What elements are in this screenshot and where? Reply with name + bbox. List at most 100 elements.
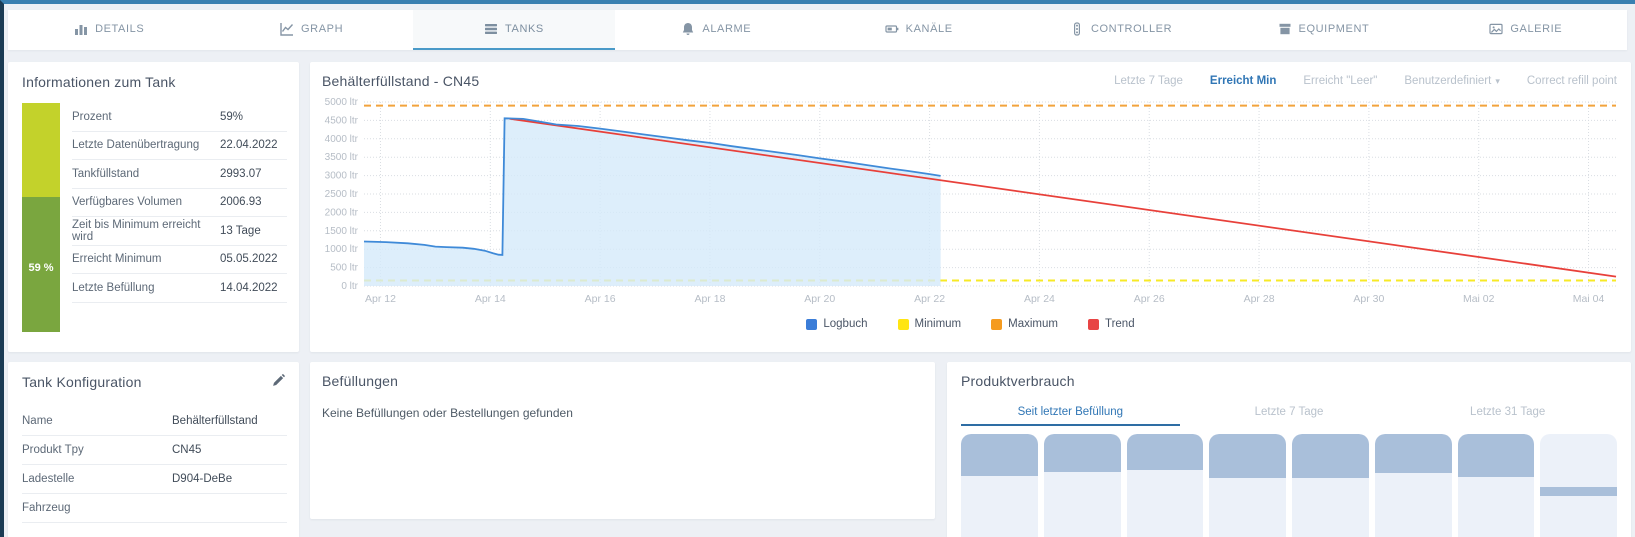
bell-icon <box>681 22 695 36</box>
row-value: CN45 <box>172 444 202 456</box>
svg-text:Mai 04: Mai 04 <box>1573 293 1605 305</box>
filter-label: Correct refill point <box>1526 75 1617 87</box>
consumption-tab-letzte-31-tage[interactable]: Letzte 31 Tage <box>1398 400 1617 426</box>
panel-title: Befüllungen <box>322 373 399 389</box>
chart-filter-letzte-7-tage[interactable]: Letzte 7 Tage <box>1114 75 1183 87</box>
row-value: 14.04.2022 <box>220 281 278 294</box>
consumption-block[interactable] <box>1292 434 1369 537</box>
row-label: Erreicht Minimum <box>72 253 162 266</box>
row-value: 22.04.2022 <box>220 139 278 152</box>
row-label: Produkt Tpy <box>22 444 84 456</box>
svg-text:Apr 24: Apr 24 <box>1024 293 1055 305</box>
chart-filter-erreicht-min[interactable]: Erreicht Min <box>1210 75 1276 87</box>
consumption-block[interactable] <box>1126 434 1204 537</box>
tab-galerie[interactable]: GALERIE <box>1425 10 1627 50</box>
table-row: Zeit bis Minimum erreicht wird 13 Tage <box>72 217 287 246</box>
legend-swatch <box>897 318 909 330</box>
svg-text:1500 ltr: 1500 ltr <box>325 226 359 237</box>
table-row: Letzte Datenübertragung 22.04.2022 <box>72 132 287 160</box>
svg-text:Apr 16: Apr 16 <box>585 293 616 305</box>
tab-controller[interactable]: CONTROLLER <box>1020 10 1222 50</box>
consumption-block[interactable] <box>1540 434 1617 537</box>
consumption-block[interactable] <box>1043 434 1121 537</box>
tank-config-panel: Tank Konfiguration Name Behälterfüllstand… <box>8 362 299 537</box>
table-row: Name Behälterfüllstand <box>22 407 287 436</box>
row-label: Zeit bis Minimum erreicht wird <box>72 218 201 243</box>
tab-label: EQUIPMENT <box>1298 23 1370 35</box>
consumption-block[interactable] <box>1374 434 1452 537</box>
empty-state-message: Keine Befüllungen oder Bestellungen gefu… <box>322 406 573 420</box>
fillings-panel: Befüllungen Keine Befüllungen oder Beste… <box>310 362 935 519</box>
chart-range-filters: Letzte 7 Tage Erreicht Min Erreicht "Leer"… <box>1114 75 1617 87</box>
tab-label: ALARME <box>702 23 752 35</box>
legend-item-minimum[interactable]: Minimum <box>897 318 961 330</box>
svg-text:5000 ltr: 5000 ltr <box>325 97 359 108</box>
channels-icon <box>885 22 899 36</box>
row-label: Letzte Befüllung <box>72 281 155 294</box>
legend-swatch <box>1087 318 1099 330</box>
row-label: Prozent <box>72 110 112 123</box>
tank-info-panel: Informationen zum Tank 59 % Prozent 59% Le… <box>8 62 299 352</box>
filter-label: Erreicht "Leer" <box>1303 75 1378 87</box>
equipment-icon <box>1278 22 1292 36</box>
legend-swatch <box>991 318 1003 330</box>
tab-equipment[interactable]: EQUIPMENT <box>1222 10 1424 50</box>
filter-label: Erreicht Min <box>1209 75 1277 87</box>
chart-title: Behälterfüllstand - CN45 <box>322 73 480 89</box>
tab-graph[interactable]: GRAPH <box>210 10 412 50</box>
fill-level-chart[interactable]: 0 ltr 500 ltr 1000 ltr 1500 ltr 2000 ltr 2500… <box>316 96 1624 310</box>
row-value: 05.05.2022 <box>220 253 278 266</box>
svg-text:Apr 28: Apr 28 <box>1244 293 1275 305</box>
tab-details[interactable]: DETAILS <box>8 10 210 50</box>
row-value: Behälterfüllstand <box>172 415 258 427</box>
consumption-block[interactable] <box>961 434 1038 537</box>
svg-text:Mai 02: Mai 02 <box>1463 293 1495 305</box>
tab-label: CONTROLLER <box>1090 23 1173 35</box>
chart-filter-benutzerdefiniert[interactable]: Benutzerdefiniert ▾ <box>1404 75 1499 87</box>
chart-line-icon <box>280 22 294 36</box>
consumption-bar <box>961 434 1038 476</box>
consumption-bar <box>1043 434 1121 473</box>
tab-alarme[interactable]: ALARME <box>615 10 817 50</box>
table-row: Prozent 59% <box>72 103 287 132</box>
table-row: Fahrzeug <box>22 494 287 523</box>
row-value: D904-DeBe <box>172 473 233 485</box>
legend-swatch <box>806 318 818 330</box>
tab-label: GALERIE <box>1510 23 1563 35</box>
tank-info-rows: Prozent 59% Letzte Datenübertragung 22.04.2… <box>72 103 287 303</box>
panel-title: Informationen zum Tank <box>22 74 176 90</box>
chart-filter-erreicht-leer-[interactable]: Erreicht "Leer" <box>1303 75 1377 87</box>
consumption-block[interactable] <box>1209 434 1286 537</box>
svg-text:2000 ltr: 2000 ltr <box>325 207 359 218</box>
product-consumption-panel: Produktverbrauch Seit letzter Befüllung L… <box>947 362 1631 537</box>
tab-label: KANÄLE <box>905 23 953 35</box>
tab-kanäle[interactable]: KANÄLE <box>818 10 1020 50</box>
svg-text:3000 ltr: 3000 ltr <box>325 171 359 182</box>
gallery-icon <box>1489 22 1503 36</box>
consumption-tab-seit-letzter-bef-llung[interactable]: Seit letzter Befüllung <box>961 400 1180 426</box>
edit-pencil-icon[interactable] <box>272 374 285 387</box>
consumption-bar <box>1292 434 1369 479</box>
table-row: Produkt Tpy CN45 <box>22 436 287 465</box>
tank-dashboard: DETAILS GRAPH TANKS ALARME KANÄLE CONTROLLER E… <box>0 0 1635 537</box>
svg-text:Apr 30: Apr 30 <box>1353 293 1384 305</box>
row-label: Letzte Datenübertragung <box>72 139 200 152</box>
legend-item-maximum[interactable]: Maximum <box>991 318 1058 330</box>
svg-text:Apr 18: Apr 18 <box>694 293 725 305</box>
tab-tanks[interactable]: TANKS <box>412 10 616 50</box>
table-row: Ladestelle D904-DeBe <box>22 465 287 494</box>
legend-label: Logbuch <box>823 318 868 330</box>
legend-label: Trend <box>1104 318 1135 330</box>
legend-item-logbuch[interactable]: Logbuch <box>806 318 868 330</box>
row-value: 2993.07 <box>220 167 262 180</box>
legend-item-trend[interactable]: Trend <box>1087 318 1135 330</box>
fill-level-chart-panel: Behälterfüllstand - CN45 Letzte 7 Tage Er… <box>310 62 1631 352</box>
consumption-block[interactable] <box>1457 434 1535 537</box>
tab-label: DETAILS <box>95 23 145 35</box>
gauge-empty-section <box>22 103 60 197</box>
chart-filter-correct-refill-point[interactable]: Correct refill point <box>1527 75 1617 87</box>
table-row: Verfügbares Volumen 2006.93 <box>72 189 287 217</box>
consumption-bar <box>1126 434 1204 470</box>
row-label: Tankfüllstand <box>72 167 140 180</box>
consumption-tab-letzte-7-tage[interactable]: Letzte 7 Tage <box>1180 400 1399 426</box>
